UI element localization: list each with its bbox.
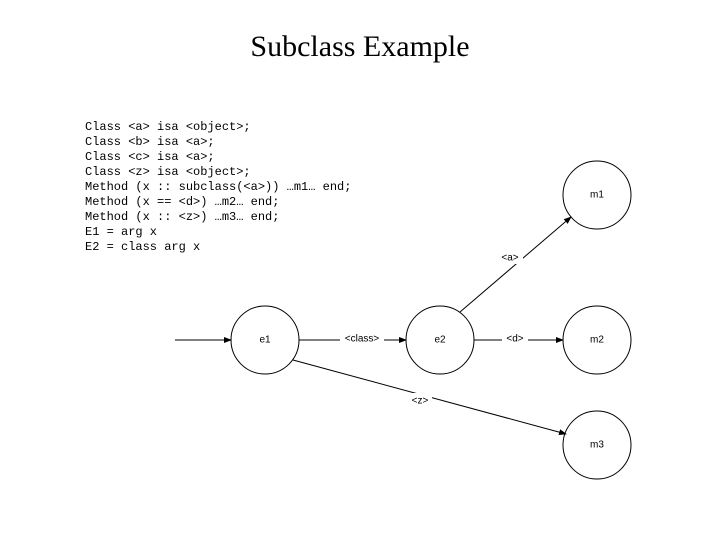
edge-e2-m1-label: <a> xyxy=(501,253,518,264)
node-m2: m2 xyxy=(563,306,631,374)
node-m1: m1 xyxy=(563,161,631,229)
edge-e1-m3-label: <z> xyxy=(412,396,429,407)
dispatch-graph: e1 e2 m1 m2 m3 <class> <a> xyxy=(0,0,720,540)
node-e1: e1 xyxy=(231,306,299,374)
edge-e1-e2-label: <class> xyxy=(345,334,380,345)
node-e2: e2 xyxy=(406,306,474,374)
node-m2-label: m2 xyxy=(590,335,604,346)
node-e1-label: e1 xyxy=(259,335,271,346)
node-m3-label: m3 xyxy=(590,440,604,451)
edge-e2-m1 xyxy=(460,217,571,312)
node-e2-label: e2 xyxy=(434,335,446,346)
node-m1-label: m1 xyxy=(590,190,604,201)
node-m3: m3 xyxy=(563,411,631,479)
edge-e2-m2-label: <d> xyxy=(506,334,523,345)
